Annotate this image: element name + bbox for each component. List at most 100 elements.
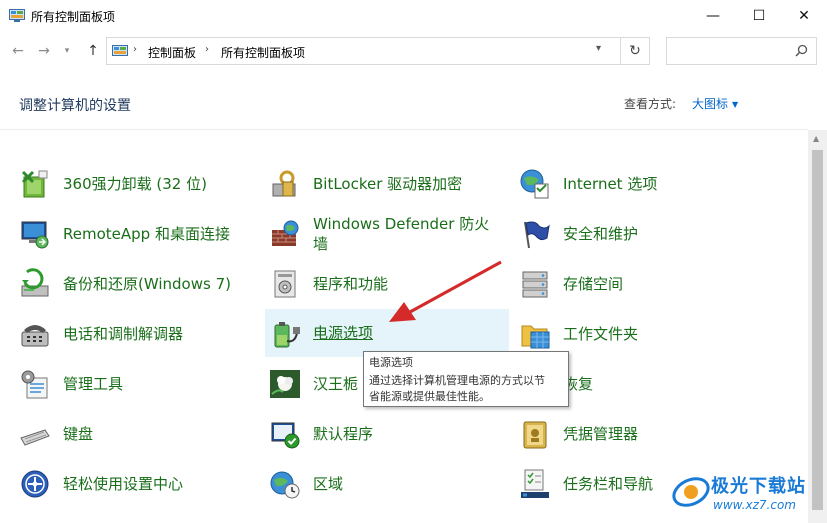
- item-label: 360强力卸载 (32 位): [63, 175, 207, 193]
- maximize-icon: ☐: [752, 7, 766, 24]
- item-admin-tools[interactable]: 管理工具: [19, 362, 259, 406]
- breadcrumb-separator[interactable]: ›: [205, 44, 209, 55]
- programs-icon: [274, 270, 296, 298]
- ease-of-access-icon: [21, 470, 49, 498]
- item-backup-restore[interactable]: 备份和还原(Windows 7): [19, 262, 259, 306]
- item-taskbar-navigation[interactable]: 任务栏和导航: [519, 462, 669, 506]
- address-bar[interactable]: › 控制面板 › 所有控制面板项 ▾: [106, 37, 621, 65]
- item-security-maintenance[interactable]: 安全和维护: [519, 212, 799, 256]
- recent-locations-button[interactable]: ▾: [58, 42, 76, 60]
- item-ease-of-access[interactable]: 轻松使用设置中心: [19, 462, 259, 506]
- taskbar-icon: [521, 469, 549, 498]
- item-power-options[interactable]: 电源选项: [265, 309, 509, 357]
- title-bar: 所有控制面板项 — ☐ ✕: [0, 0, 827, 31]
- close-button[interactable]: ✕: [781, 0, 827, 31]
- forward-button[interactable]: →: [35, 42, 53, 60]
- tooltip-title: 电源选项: [369, 356, 413, 369]
- close-icon: ✕: [798, 7, 810, 24]
- item-keyboard[interactable]: 键盘: [19, 412, 259, 456]
- item-label: 电话和调制解调器: [63, 325, 184, 343]
- power-options-tooltip: 电源选项 通过选择计算机管理电源的方式以节 省能源或提供最佳性能。: [363, 351, 569, 407]
- maximize-button[interactable]: ☐: [736, 0, 782, 31]
- item-default-programs[interactable]: 默认程序: [269, 412, 509, 456]
- item-label-line2: 墙: [313, 235, 329, 253]
- item-label: 默认程序: [313, 425, 374, 443]
- scroll-up-icon[interactable]: ▲: [813, 134, 819, 143]
- chevron-down-icon: ▾: [64, 46, 70, 56]
- view-by-dropdown[interactable]: 大图标 ▼: [692, 95, 738, 112]
- tooltip-line1: 通过选择计算机管理电源的方式以节: [369, 374, 545, 387]
- item-storage-spaces[interactable]: 存储空间: [519, 262, 799, 306]
- vertical-scrollbar[interactable]: ▲: [808, 130, 827, 523]
- item-label: RemoteApp 和桌面连接: [63, 225, 230, 243]
- control-panel-icon: [112, 45, 128, 56]
- item-label-line1: Windows Defender 防火: [313, 215, 490, 233]
- refresh-button[interactable]: ↻: [621, 37, 650, 65]
- address-dropdown-icon[interactable]: ▾: [596, 43, 601, 54]
- item-work-folders[interactable]: 工作文件夹: [519, 312, 799, 356]
- item-label: 工作文件夹: [563, 325, 639, 343]
- security-flag-icon: [524, 221, 550, 249]
- item-label: 凭据管理器: [563, 425, 639, 443]
- uninstall-icon: [21, 170, 48, 198]
- watermark-url: www.xz7.com: [713, 498, 796, 512]
- item-label: 任务栏和导航: [563, 475, 654, 493]
- item-label: 汉王栀: [313, 375, 359, 393]
- up-arrow-icon: ↑: [87, 43, 99, 59]
- default-programs-icon: [271, 422, 300, 449]
- item-region[interactable]: 区域: [269, 462, 509, 506]
- region-icon: [270, 471, 300, 499]
- breadcrumb-control-panel[interactable]: 控制面板: [148, 44, 196, 61]
- storage-icon: [522, 271, 548, 298]
- scrollbar-thumb[interactable]: [812, 150, 823, 510]
- hanwang-icon: [270, 370, 300, 398]
- header-divider: [0, 129, 808, 130]
- tooltip-line2: 省能源或提供最佳性能。: [369, 390, 490, 403]
- phone-modem-icon: [21, 325, 49, 347]
- search-input[interactable]: [671, 42, 791, 60]
- back-button[interactable]: ←: [9, 42, 27, 60]
- minimize-icon: —: [706, 7, 720, 24]
- item-credential-manager[interactable]: 凭据管理器: [519, 412, 799, 456]
- breadcrumb-all-items[interactable]: 所有控制面板项: [221, 44, 305, 61]
- item-phone-modem[interactable]: 电话和调制解调器: [19, 312, 259, 356]
- item-label: 程序和功能: [313, 275, 389, 293]
- item-internet-options[interactable]: Internet 选项: [519, 162, 799, 206]
- refresh-icon: ↻: [629, 43, 641, 59]
- item-label: 键盘: [63, 425, 94, 443]
- item-remoteapp[interactable]: RemoteApp 和桌面连接: [19, 212, 259, 256]
- item-360-uninstall[interactable]: 360强力卸载 (32 位): [19, 162, 259, 206]
- item-hanwang[interactable]: 汉王栀: [269, 362, 369, 406]
- search-icon[interactable]: [795, 44, 808, 57]
- up-button[interactable]: ↑: [84, 42, 102, 60]
- view-by-label: 查看方式:: [624, 97, 677, 111]
- search-box[interactable]: [666, 37, 817, 65]
- navigation-bar: ← → ▾ ↑ › 控制面板 › 所有控制面板项 ▾ ↻: [0, 31, 827, 73]
- window-title: 所有控制面板项: [31, 10, 116, 24]
- firewall-icon: [272, 220, 299, 246]
- work-folders-icon: [521, 325, 550, 349]
- item-bitlocker[interactable]: BitLocker 驱动器加密: [269, 162, 509, 206]
- item-label: Internet 选项: [563, 175, 658, 193]
- power-options-icon: [274, 322, 300, 348]
- caret-down-icon: ▼: [732, 100, 739, 109]
- item-programs-features[interactable]: 程序和功能: [269, 262, 509, 306]
- minimize-button[interactable]: —: [690, 0, 736, 31]
- watermark: 极光下载站 www.xz7.com: [671, 468, 821, 518]
- item-label: 管理工具: [63, 375, 124, 393]
- item-windows-defender-firewall[interactable]: Windows Defender 防火 墙: [269, 212, 509, 256]
- item-label: 安全和维护: [563, 225, 639, 243]
- remoteapp-icon: [21, 221, 49, 249]
- control-panel-icon: [9, 9, 25, 22]
- bitlocker-icon: [272, 170, 296, 197]
- watermark-logo-icon: [672, 477, 710, 507]
- watermark-text: 极光下载站: [711, 476, 806, 497]
- breadcrumb-separator[interactable]: ›: [133, 44, 137, 55]
- forward-arrow-icon: →: [38, 43, 50, 59]
- back-arrow-icon: ←: [12, 43, 24, 59]
- item-label: 备份和还原(Windows 7): [63, 275, 231, 293]
- credential-manager-icon: [523, 421, 547, 449]
- item-label: BitLocker 驱动器加密: [313, 175, 463, 193]
- item-label: 轻松使用设置中心: [63, 475, 184, 493]
- item-label: 存储空间: [563, 275, 624, 293]
